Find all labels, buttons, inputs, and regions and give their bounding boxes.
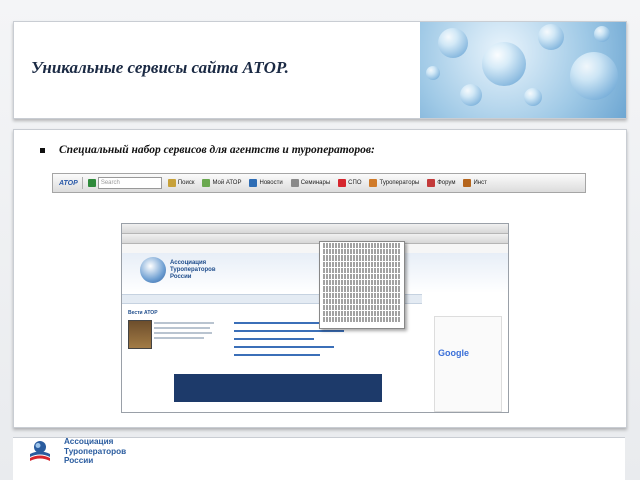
ator-logo-icon xyxy=(30,441,50,461)
toolbar-search-input[interactable]: Search xyxy=(97,177,162,189)
screenshot-logo-icon xyxy=(140,257,166,283)
screenshot-news-image xyxy=(128,320,152,349)
toolbar-item-search[interactable]: Поиск xyxy=(167,179,194,187)
toolbar-item-forum[interactable]: Форум xyxy=(427,179,455,187)
toolbar-item-touroperators[interactable]: Туроператоры xyxy=(369,179,419,187)
toolbar-item-inst[interactable]: Инст xyxy=(463,179,487,187)
slide-background: Уникальные сервисы сайта АТОР. Специальн… xyxy=(0,0,640,481)
news-icon xyxy=(249,179,258,187)
bookmark-icon[interactable] xyxy=(87,179,96,187)
screenshot-news-title: Вести АТОР xyxy=(128,310,158,316)
user-icon xyxy=(202,179,211,187)
screenshot-sidebar xyxy=(434,316,502,412)
screenshot-dropdown-menu xyxy=(319,241,405,329)
toolbar-item-my-ator[interactable]: Мой АТОР xyxy=(202,179,241,187)
toolbar-logo[interactable]: ATOP xyxy=(59,180,78,187)
search-icon xyxy=(167,179,176,187)
tools-icon xyxy=(463,179,472,187)
screenshot-org-name: Ассоциация Туроператоров России xyxy=(170,260,216,280)
slide-title: Уникальные сервисы сайта АТОР. xyxy=(31,58,289,77)
toolbar-separator xyxy=(81,177,83,189)
seminar-icon xyxy=(290,179,299,187)
screenshot-google-logo: Google xyxy=(438,348,469,358)
screenshot-banner xyxy=(174,374,382,402)
spo-icon xyxy=(338,179,347,187)
bullet-text: Специальный набор сервисов для агентств … xyxy=(59,144,375,156)
toolbar-item-seminars[interactable]: Семинары xyxy=(290,179,330,187)
website-screenshot: Ассоциация Туроператоров России Вести АТ… xyxy=(121,223,509,413)
bullet-item: Специальный набор сервисов для агентств … xyxy=(40,144,375,156)
toolbar-item-news[interactable]: Новости xyxy=(249,179,283,187)
bullet-icon xyxy=(40,147,45,153)
header-panel: Уникальные сервисы сайта АТОР. xyxy=(13,21,627,119)
screenshot-toolbar xyxy=(122,224,508,234)
atop-toolbar: ATOP Search Поиск Мой АТОР Новости Семин… xyxy=(52,173,586,193)
bubbles-image xyxy=(420,22,626,118)
toolbar-item-spo[interactable]: СПО xyxy=(338,179,361,187)
touroperators-icon xyxy=(369,179,378,187)
content-panel: Специальный набор сервисов для агентств … xyxy=(13,129,627,428)
screenshot-toolbar xyxy=(122,234,508,244)
forum-icon xyxy=(427,179,436,187)
footer-org-name: Ассоциация Туроператоров России xyxy=(64,437,127,466)
